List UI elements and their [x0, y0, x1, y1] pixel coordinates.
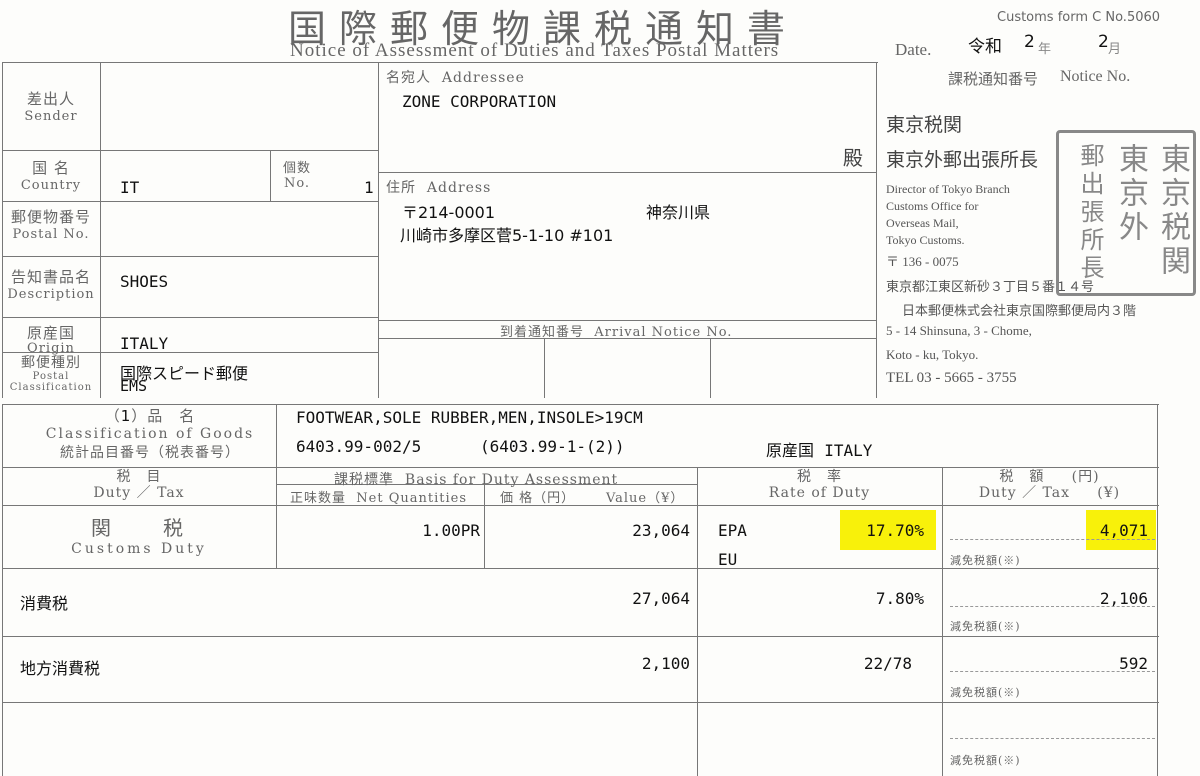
addressee-name: ZONE CORPORATION: [402, 92, 557, 111]
row-customs-rate: 17.70%: [866, 521, 924, 540]
date-era: 令和: [968, 37, 1002, 57]
goods-origin: 原産国 ITALY: [766, 441, 873, 460]
arrival-notice-label: 到着通知番号 Arrival Notice No.: [500, 325, 733, 340]
address-line: 川崎市多摩区菅5-1-10 #101: [400, 226, 614, 245]
notice-no-label-en: Notice No.: [1060, 68, 1131, 85]
col-duty: 税 目 Duty ／ Tax: [93, 469, 185, 501]
date-year: 2: [1024, 32, 1035, 52]
official-seal: 東京税関 東京外 郵出張所長: [1056, 130, 1196, 296]
date-label: Date.: [895, 40, 932, 59]
office-address-en-1: 5 - 14 Shinsuna, 3 - Chome,: [886, 323, 1032, 338]
row-customs-rate-prefix-2: EU: [718, 550, 738, 569]
row-local-consumption-label: 地方消費税: [20, 659, 101, 678]
description-value: SHOES: [120, 272, 169, 291]
row-customs-duty-label: 関 税 Customs Duty: [71, 516, 207, 557]
title-en: Notice of Assessment of Duties and Taxes…: [290, 40, 780, 61]
reduction-label-2: 減免税額(※): [950, 620, 1021, 633]
reduction-label-4: 減免税額(※): [950, 754, 1021, 767]
goods-label: （1）品 名 Classification of Goods 統計品目番号（税表…: [45, 407, 255, 461]
office-address-jp-2: 日本郵便株式会社東京国際郵便局内３階: [902, 303, 1137, 318]
col-amount: 税 額 (円) Duty ／ Tax (¥): [978, 469, 1121, 501]
goods-code-1: 6403.99-002/5: [296, 437, 422, 456]
row-consumption-rate: 7.80%: [875, 589, 924, 608]
col-qty: 正味数量 Net Quantities: [290, 491, 467, 506]
row-customs-rate-prefix-1: EPA: [718, 521, 747, 540]
date-month-unit: 月: [1108, 41, 1122, 56]
country-value: IT: [120, 178, 140, 197]
sender-label: 差出人 Sender: [24, 90, 78, 124]
row-local-consumption-value: 2,100: [641, 654, 690, 673]
office-tel: TEL 03 - 5665 - 3755: [886, 370, 1017, 386]
row-customs-qty: 1.00PR: [422, 521, 480, 540]
address-prefecture: 神奈川県: [646, 203, 711, 222]
origin-value: ITALY: [120, 334, 169, 353]
postal-class-label: 郵便種別 Postal Classification: [9, 355, 93, 394]
goods-code-2: (6403.99-1-(2)): [480, 437, 625, 456]
address-postcode: 〒214-0001: [402, 203, 496, 222]
pieces-label: 個数 No.: [282, 161, 311, 191]
reduction-label-1: 減免税額(※): [950, 554, 1021, 567]
office-address-en-2: Koto - ku, Tokyo.: [886, 347, 979, 362]
col-value: 価 格（円） Value（¥）: [500, 491, 685, 506]
date-year-unit: 年: [1038, 41, 1052, 56]
address-label: 住所 Address: [386, 180, 492, 196]
goods-description: FOOTWEAR,SOLE RUBBER,MEN,INSOLE>19CM: [296, 408, 643, 427]
row-local-consumption-rate: 22/78: [863, 654, 912, 673]
office-postcode: 〒 136 - 0075: [886, 254, 959, 269]
country-label: 国 名 Country: [20, 159, 82, 193]
honorific: 殿: [843, 148, 863, 170]
pieces-value: 1: [364, 178, 374, 197]
office-en: Director of Tokyo Branch Customs Office …: [886, 182, 1010, 247]
col-rate: 税 率 Rate of Duty: [768, 469, 871, 501]
addressee-label: 名宛人 Addressee: [386, 70, 525, 86]
form-number: Customs form C No.5060: [997, 10, 1161, 25]
row-customs-amount: 4,071: [1099, 521, 1148, 540]
row-consumption-value: 27,064: [632, 589, 690, 608]
office-name-1: 東京税関: [886, 115, 963, 136]
postal-no-label: 郵便物番号 Postal No.: [10, 208, 91, 242]
col-basis: 課税標準 Basis for Duty Assessment: [334, 472, 619, 488]
origin-label: 原産国 Origin: [26, 324, 75, 356]
office-name-2: 東京外郵出張所長: [886, 150, 1039, 171]
description-label: 告知書品名 Description: [7, 268, 95, 302]
reduction-label-3: 減免税額(※): [950, 686, 1021, 699]
row-customs-value: 23,064: [632, 521, 690, 540]
row-consumption-label: 消費税: [20, 594, 69, 613]
notice-no-label: 課税通知番号: [948, 72, 1039, 88]
postal-class-value-en: EMS: [120, 377, 148, 395]
